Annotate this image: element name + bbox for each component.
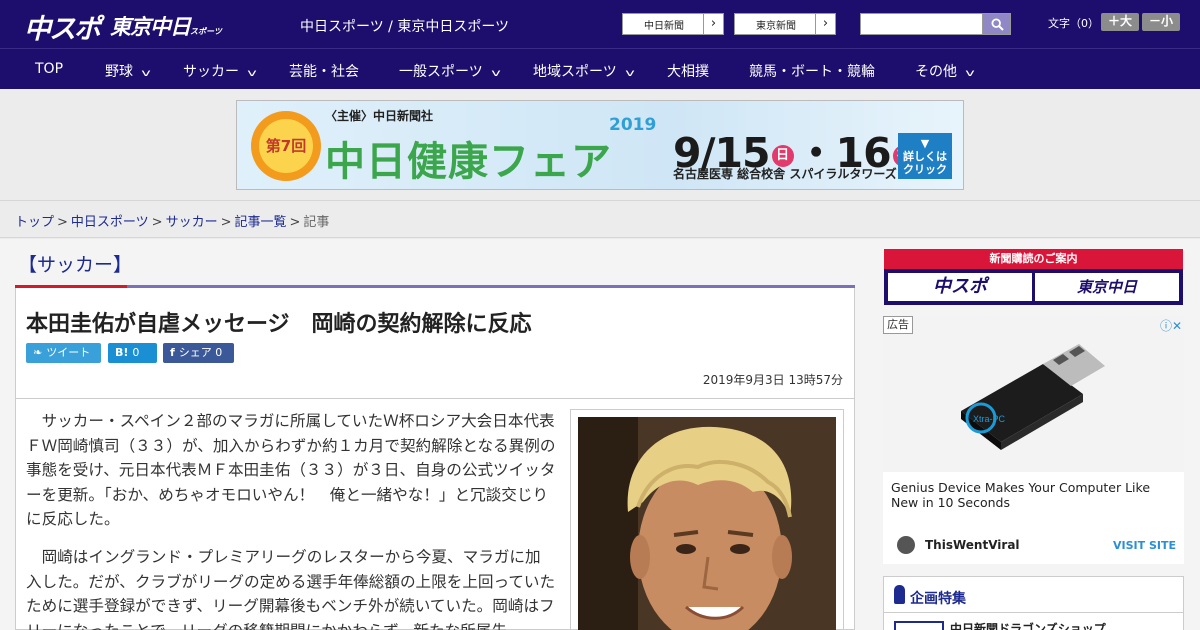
feature-divider (884, 612, 1183, 613)
tokyo-chunichi-logo-sub: スポーツ (190, 27, 222, 36)
chevron-right-icon: › (703, 14, 723, 34)
facebook-share-button[interactable]: f シェア 0 (163, 343, 234, 363)
nav-item-label: 野球 (105, 64, 133, 80)
nav-item-label: 競馬・ボート・競輪 (749, 64, 875, 80)
usb-drive-illustration: Xtra-PC (883, 316, 1184, 472)
chevron-down-icon: v (965, 68, 975, 79)
nav-item-sumo[interactable]: 大相撲 (667, 61, 709, 81)
banner-year: 2019 (609, 115, 657, 135)
breadcrumb: トップ > 中日スポーツ > サッカー > 記事一覧 > 記事 (15, 211, 329, 230)
health-fair-banner[interactable]: 第7回 〈主催〉中日新聞社 中日健康フェア 2019 9/15日・16祝 名古屋… (236, 100, 964, 190)
chevron-down-icon: v (141, 68, 151, 79)
nav-item-label: 芸能・社会 (289, 64, 359, 80)
nav-item-entertainment[interactable]: 芸能・社会 (289, 61, 359, 81)
search-input[interactable] (860, 13, 983, 35)
nav-item-general-sports[interactable]: 一般スポーツ v (399, 61, 501, 81)
nav-item-soccer[interactable]: サッカー v (183, 61, 257, 81)
tokyo-chunichi-logo-text: 東京中日 (110, 15, 191, 39)
breadcrumb-separator: > (151, 215, 163, 230)
twitter-bird-icon: ❧ (33, 346, 43, 359)
feature-title: 企画特集 (910, 591, 966, 607)
chunichi-shimbun-button[interactable]: 中日新聞 › (622, 13, 724, 35)
font-increase-button[interactable]: ＋大 (1101, 13, 1139, 31)
breadcrumb-separator: > (220, 215, 232, 230)
hatena-bookmark-button[interactable]: B! 0 (108, 343, 157, 363)
banner-click-button[interactable]: ▼ 詳しくは クリック (898, 133, 952, 179)
banner-day-a: 日 (771, 145, 794, 167)
banner-venue: 名古屋医専 総合校舎 スパイラルタワーズ (673, 167, 897, 181)
globe-icon (897, 536, 915, 554)
breadcrumb-soccer[interactable]: サッカー (166, 215, 218, 230)
ad-source: ThisWentViral (925, 538, 1020, 552)
tokyo-shimbun-label: 東京新聞 (756, 21, 796, 32)
top-header: 中スポ 東京中日スポーツ 中日スポーツ / 東京中日スポーツ 中日新聞 › 東京… (0, 0, 1200, 48)
nav-item-top[interactable]: TOP (35, 61, 63, 77)
subscription-box[interactable]: 新聞購読のご案内 中スポ 東京中日 (884, 249, 1183, 305)
sidebar-ad[interactable]: Xtra-PC 広告 ⓘ✕ Genius Device Makes Your C… (883, 316, 1184, 564)
chunichi-shimbun-label: 中日新聞 (644, 21, 684, 32)
breadcrumb-top[interactable]: トップ (15, 215, 54, 230)
article-paragraph: 岡崎はイングランド・プレミアリーグのレスターから今夏、マラガに加入した。だが、ク… (26, 548, 556, 630)
nav-item-label: サッカー (183, 64, 239, 80)
hatena-icon: B! (115, 346, 129, 359)
chevron-right-icon: › (815, 14, 835, 34)
nav-item-label: TOP (35, 61, 64, 77)
article-photo[interactable] (578, 417, 836, 630)
main-nav: TOP 野球 v サッカー v 芸能・社会 一般スポーツ v 地域スポーツ v 大相撲 … (0, 48, 1200, 89)
facebook-icon: f (170, 346, 175, 359)
facebook-label: シェア (178, 346, 212, 359)
tokyo-chunichi-logo[interactable]: 東京中日スポーツ (110, 11, 222, 41)
chevron-down-icon: v (490, 68, 501, 79)
banner-title: 中日健康フェア (325, 139, 612, 185)
breadcrumb-separator: > (289, 215, 301, 230)
ad-headline[interactable]: Genius Device Makes Your Computer Like N… (891, 480, 1181, 510)
article-date: 2019年9月3日 13時57分 (702, 373, 843, 387)
facebook-count: 0 (215, 346, 223, 359)
nav-item-baseball[interactable]: 野球 v (105, 61, 151, 81)
article-paragraph: サッカー・スペイン２部のマラガに所属していたＷ杯ロシア大会日本代表ＦＷ岡崎慎司（… (26, 412, 556, 528)
chuspo-subscribe-logo[interactable]: 中スポ (888, 273, 1032, 301)
ribbon-icon (894, 585, 905, 604)
tokyo-shimbun-button[interactable]: 東京新聞 › (734, 13, 836, 35)
nav-item-racing[interactable]: 競馬・ボート・競輪 (749, 61, 875, 81)
feature-item-link[interactable]: 中日新聞ドラゴンズショップ (950, 620, 1106, 630)
search-icon (991, 18, 1004, 31)
subscription-heading: 新聞購読のご案内 (884, 249, 1183, 269)
nav-item-local-sports[interactable]: 地域スポーツ v (533, 61, 635, 81)
nav-item-label: 大相撲 (667, 64, 709, 80)
ad-label: 広告 (883, 316, 913, 334)
breadcrumb-article-list[interactable]: 記事一覧 (235, 215, 287, 230)
tweet-button[interactable]: ❧ ツイート (26, 343, 101, 363)
chevron-down-icon: v (624, 68, 635, 79)
breadcrumb-separator: > (57, 215, 68, 230)
nav-item-label: 一般スポーツ (399, 64, 483, 80)
font-size-label: 文字（0） (1048, 17, 1099, 30)
article-category: 【サッカー】 (18, 254, 133, 276)
nav-item-other[interactable]: その他 v (915, 61, 975, 81)
ad-image[interactable]: Xtra-PC (883, 316, 1184, 472)
tweet-label: ツイート (46, 346, 91, 359)
breadcrumb-chunichi-sports[interactable]: 中日スポーツ (71, 215, 149, 230)
ad-product-text: Xtra-PC (973, 414, 1006, 424)
chevron-down-icon: v (247, 68, 257, 79)
hatena-count: 0 (132, 346, 140, 359)
feature-thumbnail[interactable] (894, 621, 944, 630)
ad-choices-icon[interactable]: ⓘ✕ (1160, 317, 1182, 334)
visit-site-link[interactable]: VISIT SITE (1113, 539, 1176, 552)
nav-item-label: その他 (915, 64, 957, 80)
banner-badge: 第7回 (265, 137, 307, 155)
article-headline: 本田圭佑が自虐メッセージ 岡崎の契約解除に反応 (26, 312, 532, 337)
font-decrease-button[interactable]: －小 (1142, 13, 1180, 31)
tokyo-chunichi-subscribe-logo[interactable]: 東京中日 (1035, 273, 1179, 301)
banner-host: 〈主催〉中日新聞社 (325, 109, 434, 123)
breadcrumb-bar: トップ > 中日スポーツ > サッカー > 記事一覧 > 記事 (0, 200, 1200, 238)
player-photo-illustration (578, 417, 836, 630)
chuspo-logo[interactable]: 中スポ (24, 7, 101, 46)
site-names: 中日スポーツ / 東京中日スポーツ (300, 19, 510, 35)
search-button[interactable] (982, 13, 1011, 35)
breadcrumb-current: 記事 (303, 215, 330, 230)
nav-item-label: 地域スポーツ (533, 64, 617, 80)
